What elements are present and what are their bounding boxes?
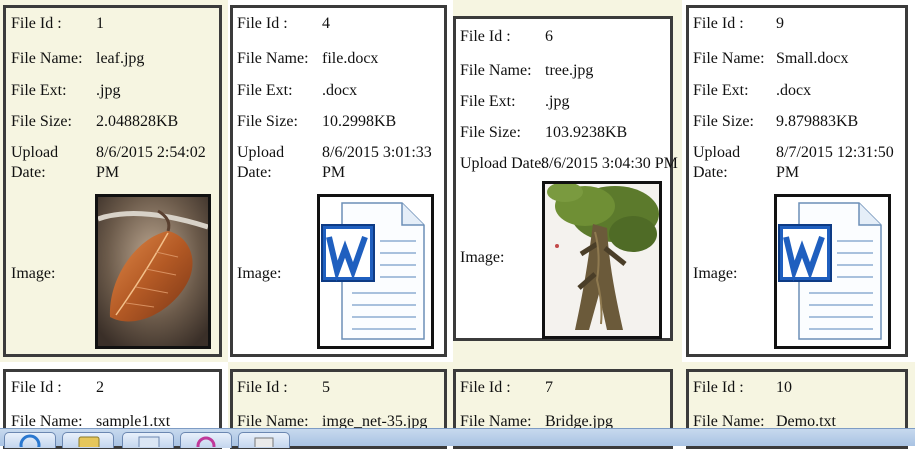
tree-photo-icon [545,184,659,336]
leaf-image[interactable] [95,194,211,349]
file-name-label: File Name: [11,50,83,67]
upload-date-value-pm: PM [322,164,346,181]
file-card: File Id : 1 File Name: leaf.jpg File Ext… [3,5,222,357]
date-label: Date: [11,164,46,181]
upload-date-value: 8/6/2015 2:54:02 [96,144,206,161]
file-size-value: 2.048828KB [96,113,179,130]
upload-date-value-pm: PM [776,164,800,181]
image-label: Image: [693,265,738,282]
file-id-value: 10 [776,379,792,396]
file-id-value: 5 [322,379,330,396]
tree-image[interactable] [542,181,662,339]
taskbar-media-button[interactable] [180,432,232,452]
file-size-label: File Size: [237,113,298,130]
image-label: Image: [237,265,282,282]
word-document-image[interactable] [774,194,891,349]
taskbar [0,428,915,452]
taskbar-explorer-button[interactable] [62,432,114,450]
file-id-label: File Id : [693,379,744,396]
file-id-value: 4 [322,15,330,32]
file-ext-value: .jpg [96,82,121,99]
leaf-photo-icon [98,197,208,346]
file-size-label: File Size: [693,113,754,130]
word-document-icon [778,202,882,340]
taskbar-app-button[interactable] [122,432,174,450]
file-id-value: 1 [96,15,104,32]
file-id-value: 7 [545,379,553,396]
file-ext-label: File Ext: [237,82,293,99]
file-size-label: File Size: [460,124,521,141]
file-id-value: 6 [545,28,553,45]
file-name-label: File Name: [237,50,309,67]
file-ext-label: File Ext: [460,93,516,110]
file-card: File Id : 9 File Name: Small.docx File E… [686,5,908,357]
file-card: File Id : 6 File Name: tree.jpg File Ext… [453,16,678,341]
upload-label: Upload [11,144,59,161]
file-ext-value: .docx [322,82,358,99]
file-name-value: file.docx [322,50,379,67]
file-id-label: File Id : [693,15,744,32]
file-size-value: 103.9238KB [545,124,628,141]
date-label: Date: [693,164,728,181]
file-ext-value: .jpg [545,93,570,110]
file-name-label: File Name: [693,50,765,67]
upload-label: Upload [693,144,741,161]
date-label: Date: [237,164,272,181]
word-document-icon [321,202,425,340]
file-id-value: 9 [776,15,784,32]
word-document-image[interactable] [317,194,434,349]
taskbar-ie-button[interactable] [4,432,56,452]
file-name-value: Small.docx [776,50,849,67]
file-name-value: tree.jpg [545,62,594,79]
upload-date-label: Upload Date: [460,155,546,172]
file-id-label: File Id : [460,379,511,396]
taskbar-program-button[interactable] [238,432,290,450]
file-id-label: File Id : [11,379,62,396]
file-card: File Id : 4 File Name: file.docx File Ex… [230,5,447,357]
upload-date-value: 8/6/2015 3:04:30 PM [541,155,678,172]
upload-date-value: 8/7/2015 12:31:50 [776,144,894,161]
file-size-value: 9.879883KB [776,113,859,130]
file-id-label: File Id : [237,15,288,32]
image-label: Image: [11,265,56,282]
file-id-label: File Id : [460,28,511,45]
file-id-label: File Id : [237,379,288,396]
file-ext-label: File Ext: [693,82,749,99]
file-id-label: File Id : [11,15,62,32]
upload-date-value-pm: PM [96,164,120,181]
file-size-value: 10.2998KB [322,113,397,130]
file-ext-value: .docx [776,82,812,99]
file-name-value: leaf.jpg [96,50,145,67]
file-id-value: 2 [96,379,104,396]
file-ext-label: File Ext: [11,82,67,99]
file-name-label: File Name: [460,62,532,79]
upload-label: Upload [237,144,285,161]
file-size-label: File Size: [11,113,72,130]
image-label: Image: [460,249,505,266]
upload-date-value: 8/6/2015 3:01:33 [322,144,432,161]
